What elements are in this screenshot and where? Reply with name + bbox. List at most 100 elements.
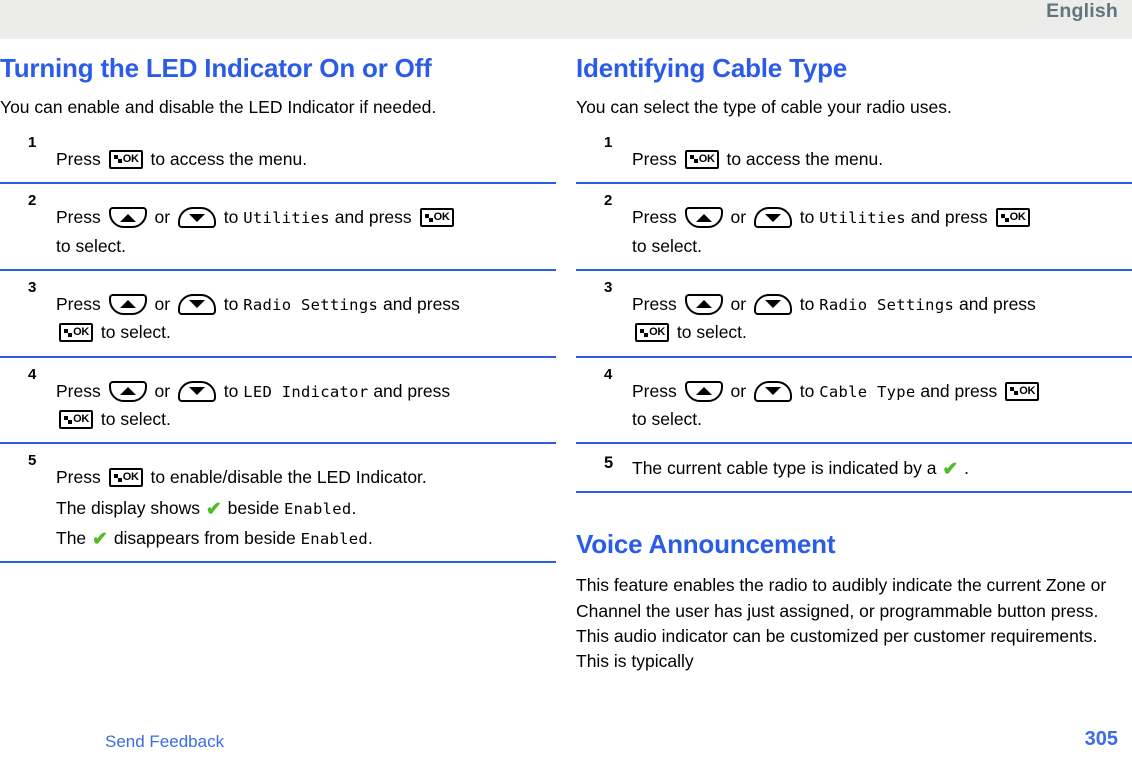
step-result-line: The display shows ✔ beside Enabled.: [56, 497, 357, 520]
right-step-list: 1 Press OK to access the menu. 2 Press or t…: [576, 135, 1132, 493]
menu-grid-glyph: [64, 328, 72, 337]
radio-display-text: Utilities: [243, 209, 330, 228]
ok-label: OK: [73, 326, 89, 339]
ok-label: OK: [1009, 211, 1026, 224]
step-text: The current cable type is indicated by a…: [632, 458, 969, 481]
step-number: 5: [28, 452, 37, 470]
step-item: 5 The current cable type is indicated by …: [576, 444, 1132, 493]
step-text: Press OK to enable/disable the LED Indic…: [56, 467, 427, 488]
triangle-down-glyph: [764, 300, 781, 309]
menu-grid-glyph: [1000, 213, 1009, 222]
ok-button-icon: OK: [1005, 381, 1040, 401]
radio-display-text: Cable Type: [819, 382, 916, 401]
right-column: Identifying Cable Type You can select th…: [576, 39, 1132, 675]
radio-display-text: Radio Settings: [243, 295, 379, 314]
triangle-up-glyph: [695, 387, 712, 396]
left-intro-paragraph: You can enable and disable the LED Indic…: [0, 96, 437, 117]
step-text: Press or to Utilities and press OK to sel…: [56, 193, 556, 260]
triangle-up-glyph: [695, 213, 712, 222]
step-number: 3: [28, 278, 37, 296]
step-text: Press or to Cable Type and press OK to se…: [632, 367, 1132, 434]
green-check-icon: ✔: [205, 498, 222, 520]
triangle-up-glyph: [695, 300, 712, 309]
ok-button-icon: OK: [108, 149, 143, 169]
triangle-down-glyph: [764, 387, 781, 396]
menu-grid-glyph: [113, 473, 122, 482]
ok-button-icon: OK: [635, 323, 669, 343]
green-check-icon: ✔: [92, 529, 108, 551]
ok-label: OK: [433, 211, 450, 224]
menu-grid-glyph: [689, 155, 698, 164]
down-arrow-button-icon: [753, 207, 792, 229]
ok-button-icon: OK: [684, 149, 719, 169]
ok-button-icon: OK: [108, 468, 143, 488]
send-feedback-link[interactable]: Send Feedback: [105, 732, 224, 752]
page-footer: Send Feedback 305: [0, 722, 1132, 762]
ok-label: OK: [698, 152, 715, 165]
triangle-up-glyph: [119, 300, 136, 309]
page-title-left: Turning the LED Indicator On or Off: [0, 53, 432, 83]
down-arrow-button-icon: [177, 380, 216, 402]
page-number: 305: [1084, 728, 1118, 750]
step-text: Press or to Utilities and press OK to sel…: [632, 193, 1132, 260]
up-arrow-button-icon: [108, 207, 147, 229]
step-text: Press or to LED Indicator and press OK t…: [56, 380, 451, 429]
ok-button-icon: OK: [419, 208, 454, 228]
step-result-line: The ✔ disappears from beside Enabled.: [56, 528, 373, 551]
right-intro-paragraph: You can select the type of cable your ra…: [576, 96, 952, 117]
radio-display-text: LED Indicator: [243, 382, 369, 401]
ok-button-icon: OK: [59, 323, 93, 343]
down-arrow-button-icon: [177, 207, 216, 229]
menu-grid-glyph: [64, 415, 72, 424]
up-arrow-button-icon: [108, 293, 147, 315]
step-number: 2: [604, 192, 613, 210]
ok-label: OK: [122, 471, 139, 484]
menu-grid-glyph: [640, 328, 648, 337]
step-item: 1 Press OK to access the menu.: [576, 133, 1132, 185]
ok-button-icon: OK: [59, 410, 93, 429]
down-arrow-button-icon: [177, 293, 216, 315]
voice-announcement-paragraph: This feature enables the radio to audibl…: [576, 575, 1107, 672]
down-arrow-button-icon: [753, 293, 792, 315]
down-arrow-button-icon: [753, 380, 792, 402]
radio-display-text: Enabled: [284, 499, 352, 518]
step-number: 1: [604, 133, 613, 151]
triangle-up-glyph: [119, 213, 136, 222]
triangle-down-glyph: [188, 300, 205, 309]
up-arrow-button-icon: [108, 380, 147, 402]
page-title-right: Identifying Cable Type: [576, 53, 848, 83]
step-item: 3 Press or to Radio Settings and press OK…: [576, 271, 1132, 358]
step-item: 2 Press or to Utilities and press OK to se…: [0, 184, 556, 271]
step-number: 5: [604, 454, 614, 473]
radio-display-text: Radio Settings: [819, 295, 955, 314]
step-item: 4 Press or to LED Indicator and press OK …: [0, 358, 556, 445]
step-number: 4: [604, 365, 613, 383]
triangle-down-glyph: [188, 213, 205, 222]
voice-announcement-title: Voice Announcement: [576, 528, 836, 559]
ok-button-icon: OK: [995, 208, 1030, 228]
ok-label: OK: [649, 326, 665, 339]
radio-display-text: Utilities: [819, 209, 906, 228]
up-arrow-button-icon: [684, 293, 723, 315]
step-text: Press OK to access the menu.: [632, 148, 884, 169]
page-header-band: English: [0, 0, 1132, 39]
ok-label: OK: [1019, 384, 1036, 397]
step-item: 5 Press OK to enable/disable the LED Indi…: [0, 444, 556, 564]
up-arrow-button-icon: [684, 207, 723, 229]
step-number: 3: [604, 278, 613, 296]
step-text: Press OK to access the menu.: [56, 148, 308, 169]
menu-grid-glyph: [1010, 387, 1019, 396]
step-text: Press or to Radio Settings and press OK …: [632, 293, 1036, 343]
step-number: 2: [28, 192, 37, 210]
menu-grid-glyph: [113, 155, 122, 164]
left-column: Turning the LED Indicator On or Off You …: [0, 39, 556, 564]
left-step-list: 1 Press OK to access the menu. 2 Press or t…: [0, 135, 556, 564]
triangle-up-glyph: [119, 387, 136, 396]
step-item: 3 Press or to Radio Settings and press OK…: [0, 271, 556, 358]
triangle-down-glyph: [188, 387, 205, 396]
page-content: Turning the LED Indicator On or Off You …: [0, 39, 1132, 723]
step-text: Press or to Radio Settings and press OK …: [56, 293, 460, 343]
ok-label: OK: [73, 413, 89, 425]
step-item: 2 Press or to Utilities and press OK to se…: [576, 184, 1132, 271]
radio-display-text: Enabled: [300, 530, 369, 549]
